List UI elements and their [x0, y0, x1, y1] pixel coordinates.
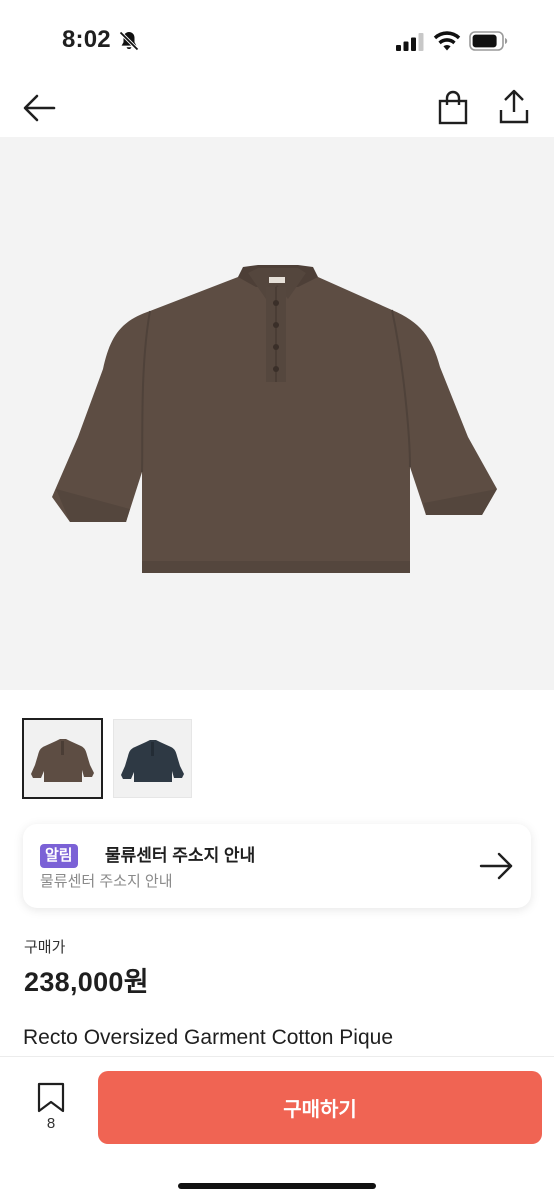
top-nav-bar — [0, 80, 554, 136]
signal-icon — [396, 33, 424, 51]
share-icon[interactable] — [496, 88, 532, 126]
polo-navy-thumb-image — [121, 740, 184, 782]
home-indicator — [178, 1183, 376, 1189]
back-arrow-icon[interactable] — [20, 90, 60, 126]
bookmark-button[interactable]: 8 — [30, 1081, 72, 1137]
price-value: 238,000원 — [24, 967, 149, 997]
polo-brown-thumb-image — [31, 739, 94, 782]
product-name: Recto Oversized Garment Cotton Pique — [23, 1026, 394, 1049]
bottom-action-bar: 8 구매하기 — [0, 1056, 554, 1200]
arrow-right-icon — [479, 852, 513, 880]
notice-badge: 알림 — [40, 844, 78, 868]
notice-title: 물류센터 주소지 안내 — [105, 846, 256, 865]
thumbnail-brown[interactable] — [22, 718, 103, 799]
notice-card[interactable]: 알림 물류센터 주소지 안내 물류센터 주소지 안내 — [23, 824, 531, 908]
wifi-icon — [433, 31, 461, 51]
shopping-bag-icon[interactable] — [436, 90, 470, 126]
bookmark-count: 8 — [46, 1115, 56, 1132]
status-bar: 8:02 — [0, 0, 554, 80]
buy-button[interactable]: 구매하기 — [98, 1071, 542, 1144]
notice-subtitle: 물류센터 주소지 안내 — [40, 873, 173, 890]
battery-icon — [469, 31, 508, 51]
product-main-image[interactable] — [0, 137, 554, 690]
bookmark-icon — [37, 1082, 65, 1113]
polo-shirt-image — [52, 265, 497, 573]
status-time: 8:02 — [62, 26, 111, 53]
bell-off-icon — [119, 31, 139, 51]
thumbnail-navy[interactable] — [113, 719, 192, 798]
price-label: 구매가 — [24, 939, 66, 956]
